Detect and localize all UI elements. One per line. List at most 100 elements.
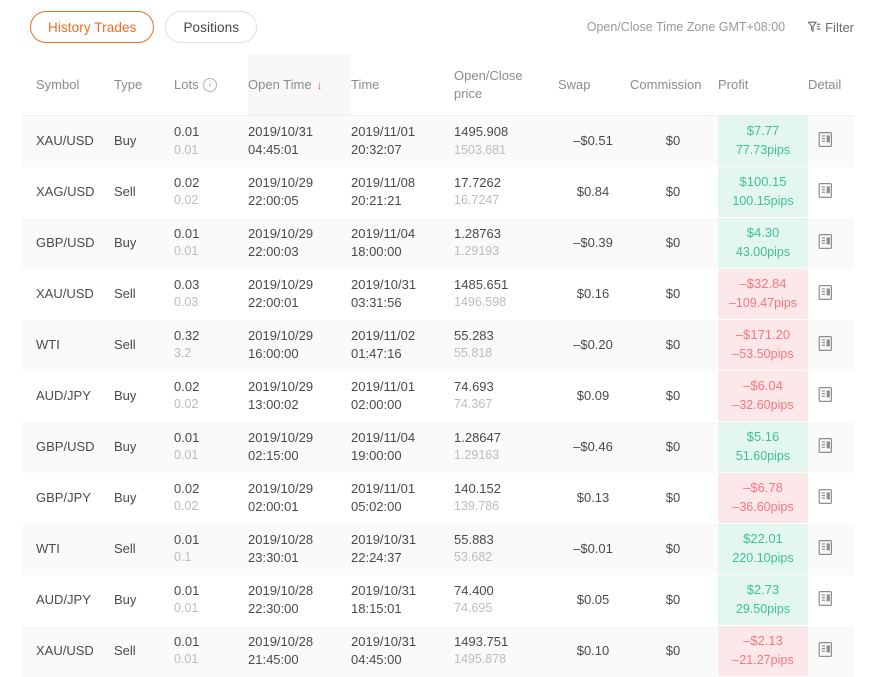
trades-table-container: Symbol Type Lots Open Time ↓ Time Open/C… [0,54,876,677]
cell-swap: –$0.01 [558,523,630,575]
column-header-lots[interactable]: Lots [174,54,248,117]
symbol-value: XAU/USD [36,133,94,149]
cell-symbol: GBP/USD [22,217,114,269]
profit-amount: –$171.20 [735,327,791,343]
cell-type: Sell [114,268,174,320]
profit-badge: $7.77 77.73pips [718,116,808,167]
symbol-value: AUD/JPY [36,387,91,403]
detail-document-icon[interactable] [814,536,836,558]
trades-table: Symbol Type Lots Open Time ↓ Time Open/C… [22,54,854,677]
profit-amount: $7.77 [746,123,780,139]
profit-amount: $5.16 [746,429,780,445]
cell-swap: –$0.39 [558,217,630,269]
cell-type: Sell [114,319,174,371]
column-header-profit[interactable]: Profit [718,54,808,117]
profit-badge: $2.73 29.50pips [718,575,808,626]
table-body: XAU/USD Buy 0.01 0.01 2019/10/31 04:45:01 2019… [22,115,854,677]
column-header-time[interactable]: Time [351,54,454,117]
profit-badge: –$6.78 –36.60pips [718,473,808,524]
column-header-swap[interactable]: Swap [558,54,630,117]
profit-pips: –21.27pips [732,652,794,667]
cell-detail [808,421,854,473]
cell-profit: $4.30 43.00pips [718,217,808,269]
cell-detail [808,166,854,218]
header-row: Symbol Type Lots Open Time ↓ Time Open/C… [22,54,854,117]
table-row[interactable]: XAU/USD Sell 0.03 0.03 2019/10/29 22:00:01 201… [22,268,854,320]
cell-open-close-price: 1493.751 1495.878 [454,625,558,677]
cell-open-close-price: 1.28763 1.29193 [454,217,558,269]
cell-symbol: XAU/USD [22,115,114,167]
cell-open-time: 2019/10/28 22:30:00 [248,574,351,626]
cell-profit: $5.16 51.60pips [718,421,808,473]
profit-pips: 77.73pips [735,143,791,158]
cell-open-time: 2019/10/31 04:45:01 [248,115,351,167]
cell-lots: 0.32 3.2 [174,319,248,371]
column-header-symbol[interactable]: Symbol [22,54,114,117]
detail-document-icon[interactable] [814,332,836,354]
cell-commission: $0 [630,319,718,371]
detail-document-icon[interactable] [814,281,836,303]
cell-detail [808,523,854,575]
table-row[interactable]: XAG/USD Sell 0.02 0.02 2019/10/29 22:00:05 201… [22,166,854,218]
table-row[interactable]: XAU/USD Sell 0.01 0.01 2019/10/28 21:45:00 201… [22,625,854,677]
profit-badge: $5.16 51.60pips [718,422,808,473]
cell-lots: 0.02 0.02 [174,370,248,422]
swap-value: $0.09 [576,387,610,403]
table-row[interactable]: WTI Sell 0.32 3.2 2019/10/29 16:00:00 2019/11/… [22,319,854,371]
column-header-time-label: Time [351,76,380,92]
tab-positions[interactable]: Positions [165,11,258,43]
table-row[interactable]: AUD/JPY Buy 0.01 0.01 2019/10/28 22:30:00 2019… [22,574,854,626]
cell-detail [808,370,854,422]
symbol-value: XAU/USD [36,285,94,301]
type-value: Buy [114,489,137,505]
info-icon[interactable] [202,77,217,92]
filter-label: Filter [825,19,854,35]
table-row[interactable]: GBP/USD Buy 0.01 0.01 2019/10/29 22:00:03 2019… [22,217,854,269]
detail-document-icon[interactable] [814,587,836,609]
cell-lots: 0.03 0.03 [174,268,248,320]
detail-document-icon[interactable] [814,230,836,252]
profit-amount: –$2.13 [743,633,783,649]
column-header-detail: Detail [808,54,854,117]
cell-close-time: 2019/11/01 20:32:07 [351,115,454,167]
cell-swap: –$0.51 [558,115,630,167]
cell-swap: $0.05 [558,574,630,626]
tab-history-trades-label: History Trades [48,19,137,35]
cell-profit: –$2.13 –21.27pips [718,625,808,677]
swap-value: –$0.39 [573,234,613,250]
type-value: Sell [114,642,136,658]
detail-document-icon[interactable] [814,128,836,150]
symbol-value: WTI [36,336,60,352]
commission-value: $0 [665,234,681,250]
sort-descending-arrow-icon[interactable]: ↓ [317,79,323,91]
cell-symbol: XAU/USD [22,625,114,677]
cell-commission: $0 [630,523,718,575]
table-row[interactable]: GBP/JPY Buy 0.02 0.02 2019/10/29 02:00:01 2019… [22,472,854,524]
cell-commission: $0 [630,574,718,626]
table-row[interactable]: WTI Sell 0.01 0.1 2019/10/28 23:30:01 2019/10/… [22,523,854,575]
cell-close-time: 2019/11/08 20:21:21 [351,166,454,218]
detail-document-icon[interactable] [814,638,836,660]
table-row[interactable]: GBP/USD Buy 0.01 0.01 2019/10/29 02:15:00 2019… [22,421,854,473]
cell-commission: $0 [630,115,718,167]
cell-lots: 0.01 0.01 [174,625,248,677]
detail-document-icon[interactable] [814,179,836,201]
column-header-commission[interactable]: Commission [630,54,718,117]
table-row[interactable]: XAU/USD Buy 0.01 0.01 2019/10/31 04:45:01 2019… [22,115,854,167]
view-tabs: History Trades Positions [30,11,258,43]
cell-open-close-price: 55.883 53.682 [454,523,558,575]
detail-document-icon[interactable] [814,485,836,507]
detail-document-icon[interactable] [814,383,836,405]
column-header-type[interactable]: Type [114,54,174,117]
profit-pips: –36.60pips [732,499,794,514]
cell-commission: $0 [630,166,718,218]
column-header-open-time[interactable]: Open Time ↓ [248,54,351,117]
cell-open-close-price: 74.400 74.695 [454,574,558,626]
detail-document-icon[interactable] [814,434,836,456]
cell-type: Buy [114,421,174,473]
cell-close-time: 2019/11/01 05:02:00 [351,472,454,524]
filter-button[interactable]: Filter [807,20,854,35]
table-row[interactable]: AUD/JPY Buy 0.02 0.02 2019/10/29 13:00:02 2019… [22,370,854,422]
tab-history-trades[interactable]: History Trades [30,11,155,43]
column-header-open-close-price[interactable]: Open/Close price [454,54,558,117]
